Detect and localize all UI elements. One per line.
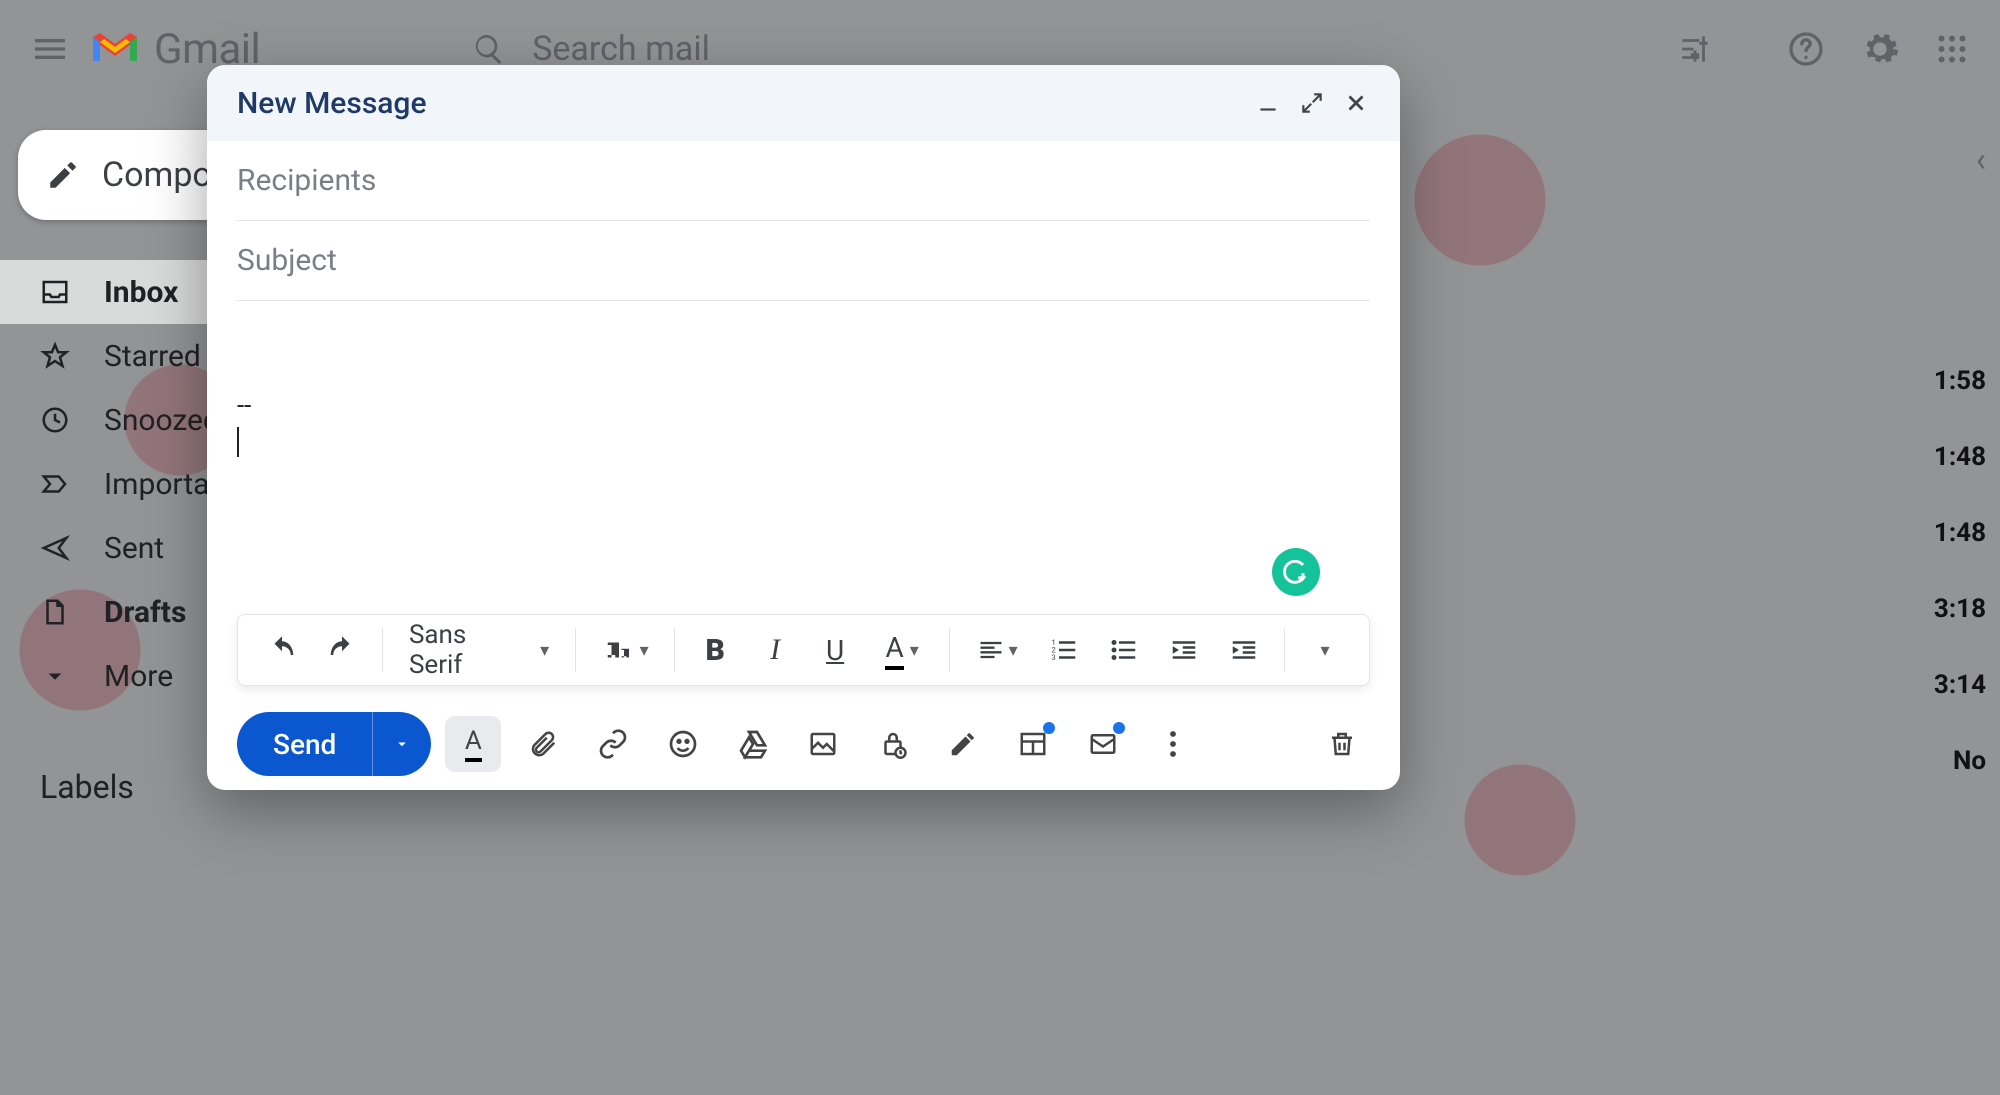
toolbar-divider — [949, 628, 950, 672]
notification-dot — [1043, 722, 1055, 734]
sidebar-item-label: Inbox — [104, 275, 178, 310]
compose-window: New Message -- Sans Serif ▾ ▾ B I U A▾ — [207, 65, 1400, 790]
settings-icon[interactable] — [1860, 29, 1900, 69]
sidebar-item-label: Drafts — [104, 595, 186, 630]
pencil-icon — [46, 158, 80, 192]
compose-title: New Message — [237, 86, 427, 121]
confidential-mode-button[interactable] — [865, 716, 921, 772]
signature-separator: -- — [237, 391, 1370, 421]
toolbar-divider — [382, 628, 383, 672]
more-options-button[interactable] — [1145, 716, 1201, 772]
grammarly-icon[interactable] — [1272, 548, 1320, 596]
sidebar-item-label: More — [104, 659, 173, 694]
sidebar-item-label: Snoozed — [104, 403, 220, 438]
inbox-icon — [40, 277, 70, 307]
important-icon — [40, 469, 70, 499]
search-options-icon[interactable] — [1678, 32, 1712, 66]
main-menu-icon[interactable] — [30, 29, 70, 69]
chevron-down-icon — [40, 661, 70, 691]
align-button[interactable]: ▾ — [960, 626, 1034, 674]
indent-increase-button[interactable] — [1214, 626, 1274, 674]
numbered-list-button[interactable]: 123 — [1034, 626, 1094, 674]
insert-photo-button[interactable] — [795, 716, 851, 772]
subject-field[interactable] — [237, 221, 1370, 301]
font-family-label: Sans Serif — [409, 620, 526, 680]
toolbar-divider — [674, 628, 675, 672]
svg-text:3: 3 — [1052, 653, 1056, 662]
insert-signature-button[interactable] — [935, 716, 991, 772]
compose-header[interactable]: New Message — [207, 65, 1400, 141]
toolbar-divider — [575, 628, 576, 672]
send-split-button: Send — [237, 712, 431, 776]
compose-body[interactable]: -- — [237, 311, 1370, 614]
gmail-m-icon — [88, 29, 142, 69]
google-apps-icon[interactable] — [1934, 31, 1970, 67]
message-time: 1:48 — [1934, 518, 1986, 548]
message-time: 3:14 — [1934, 670, 1986, 700]
insert-emoji-button[interactable] — [655, 716, 711, 772]
message-list-times: ‹ 1:58 1:48 1:48 3:18 3:14 No — [1910, 140, 2000, 776]
sidebar-item-label: Sent — [104, 531, 164, 566]
insert-drive-button[interactable] — [725, 716, 781, 772]
message-time: No — [1953, 746, 1986, 776]
search-icon — [472, 32, 506, 66]
search-input[interactable] — [532, 29, 1652, 69]
message-time: 1:58 — [1934, 366, 1986, 396]
recipients-input[interactable] — [237, 141, 1370, 220]
minimize-icon[interactable] — [1246, 81, 1290, 125]
chevron-down-icon: ▾ — [1321, 640, 1330, 661]
support-icon[interactable] — [1786, 29, 1826, 69]
notification-dot — [1113, 722, 1125, 734]
send-button[interactable]: Send — [237, 712, 373, 776]
sidebar-item-label: Starred — [104, 339, 201, 374]
sent-icon — [40, 533, 70, 563]
toolbar-divider — [1284, 628, 1285, 672]
indent-decrease-button[interactable] — [1154, 626, 1214, 674]
chevron-down-icon: ▾ — [640, 640, 649, 661]
chevron-down-icon: ▾ — [540, 640, 549, 661]
undo-button[interactable] — [252, 626, 312, 674]
text-color-button[interactable]: A▾ — [865, 626, 939, 674]
bulleted-list-button[interactable] — [1094, 626, 1154, 674]
file-icon — [40, 597, 70, 627]
underline-button[interactable]: U — [805, 626, 865, 674]
star-icon — [40, 341, 70, 371]
recipients-field[interactable] — [237, 141, 1370, 221]
popout-collapse-icon[interactable] — [1290, 81, 1334, 125]
send-options-button[interactable] — [373, 712, 431, 776]
side-panel-toggle-icon[interactable]: ‹ — [1976, 140, 1986, 180]
schedule-send-button[interactable] — [1075, 716, 1131, 772]
compose-action-row: Send A — [207, 698, 1400, 790]
message-time: 3:18 — [1934, 594, 1986, 624]
subject-input[interactable] — [237, 221, 1370, 300]
chevron-down-icon: ▾ — [910, 640, 919, 661]
text-cursor — [237, 427, 239, 457]
insert-link-button[interactable] — [585, 716, 641, 772]
formatting-toolbar: Sans Serif ▾ ▾ B I U A▾ ▾ 123 ▾ — [237, 614, 1370, 686]
font-size-button[interactable]: ▾ — [586, 626, 664, 674]
bold-button[interactable]: B — [685, 626, 745, 674]
font-family-select[interactable]: Sans Serif ▾ — [393, 620, 565, 680]
attach-file-button[interactable] — [515, 716, 571, 772]
more-formatting-button[interactable]: ▾ — [1295, 626, 1355, 674]
formatting-options-button[interactable]: A — [445, 716, 501, 772]
chevron-down-icon: ▾ — [1009, 640, 1018, 661]
close-icon[interactable] — [1334, 81, 1378, 125]
insert-template-button[interactable] — [1005, 716, 1061, 772]
discard-draft-button[interactable] — [1314, 716, 1370, 772]
clock-icon — [40, 405, 70, 435]
send-button-label: Send — [273, 728, 336, 761]
redo-button[interactable] — [312, 626, 372, 674]
message-time: 1:48 — [1934, 442, 1986, 472]
italic-button[interactable]: I — [745, 626, 805, 674]
